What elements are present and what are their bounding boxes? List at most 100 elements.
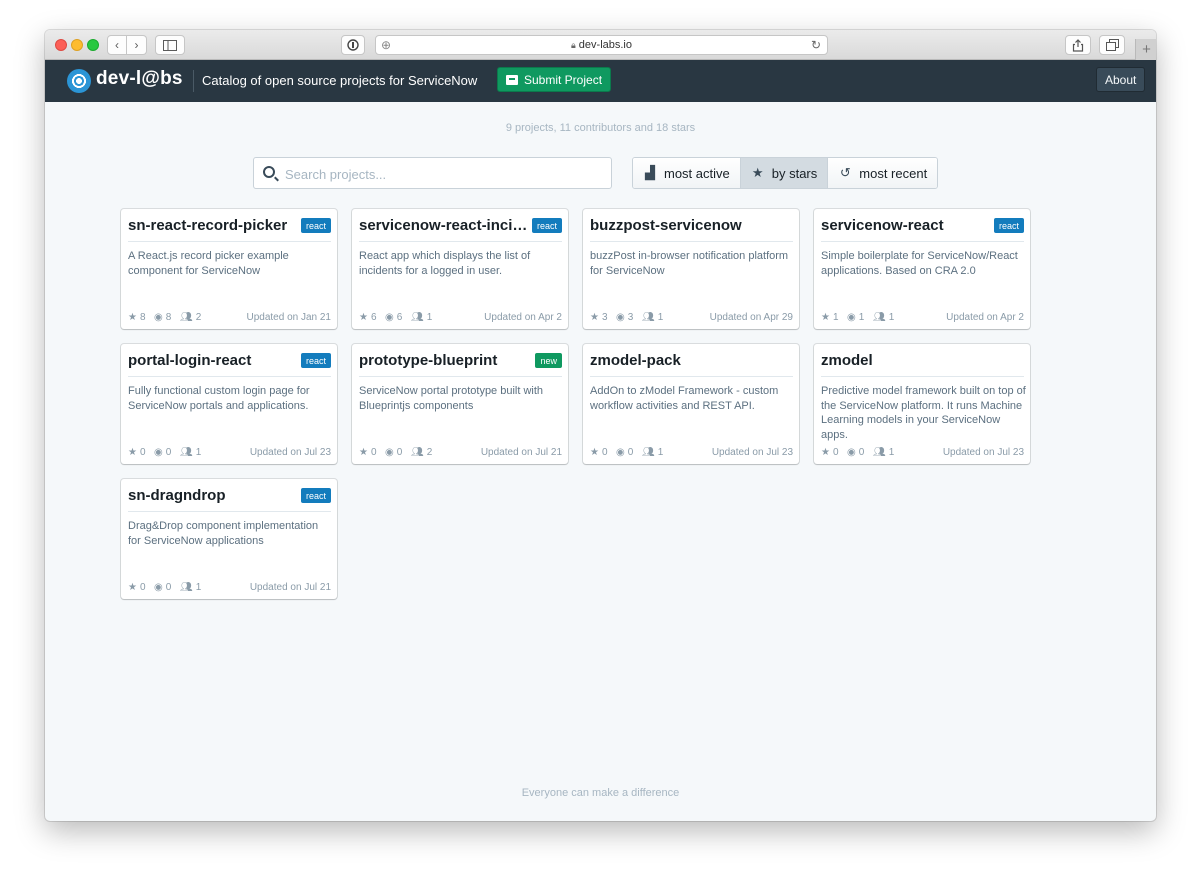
- project-title[interactable]: buzzpost-servicenow: [590, 217, 793, 242]
- back-icon[interactable]: ‹: [107, 35, 127, 55]
- project-description: Fully functional custom login page for S…: [128, 385, 310, 412]
- bar-chart-icon: ▟: [645, 165, 655, 180]
- updated-date: Updated on Jul 21: [480, 447, 562, 458]
- browser-window: ‹ › ⊕ 🔒︎ dev-labs.io ↻ + dev-l@bs Catalo…: [45, 30, 1156, 821]
- card-divider: [359, 376, 562, 377]
- project-card[interactable]: zmodel Predictive model framework built o…: [814, 344, 1030, 464]
- sort-button-group: ▟ most active ★ by stars ↺ most recent: [632, 157, 939, 189]
- card-divider: [359, 241, 562, 242]
- project-stars: ★ 0: [128, 582, 146, 593]
- project-title[interactable]: servicenow-react-incidents: [359, 217, 535, 242]
- project-watchers: ◉ 0: [616, 447, 633, 458]
- people-icon: 👥︎: [642, 312, 655, 323]
- contributors-count: 2: [426, 447, 433, 458]
- star-icon: ★: [359, 312, 368, 323]
- project-meta: ★ 6 ◉ 6 👥︎ 1 Updated on Apr 2: [359, 312, 562, 324]
- star-icon: ★: [821, 447, 830, 458]
- card-divider: [590, 376, 793, 377]
- project-card[interactable]: sn-react-record-picker react A React.js re…: [121, 209, 337, 329]
- project-watchers: ◉ 0: [154, 582, 171, 593]
- forward-icon[interactable]: ›: [127, 35, 147, 55]
- watchers-count: 1: [858, 312, 865, 323]
- submit-project-button[interactable]: Submit Project: [497, 67, 612, 92]
- star-icon: ★: [128, 447, 137, 458]
- sort-most-recent-button[interactable]: ↺ most recent: [828, 158, 938, 188]
- logo-icon[interactable]: [67, 69, 91, 93]
- star-icon: ★: [128, 582, 137, 593]
- project-contributors: 👥︎ 2: [411, 447, 432, 458]
- project-card[interactable]: portal-login-react react Fully functional …: [121, 344, 337, 464]
- app-navbar: dev-l@bs Catalog of open source projects…: [45, 60, 1156, 102]
- project-stars: ★ 0: [821, 447, 839, 458]
- project-card[interactable]: servicenow-react react Simple boilerplate …: [814, 209, 1030, 329]
- people-icon: 👥︎: [873, 447, 886, 458]
- project-tag: new: [535, 353, 562, 368]
- search-box[interactable]: [253, 157, 612, 189]
- project-title[interactable]: portal-login-react: [128, 352, 304, 377]
- minimize-window-button[interactable]: [71, 39, 83, 51]
- close-window-button[interactable]: [55, 39, 67, 51]
- sort-by-stars-button[interactable]: ★ by stars: [740, 158, 829, 188]
- search-input[interactable]: [285, 164, 600, 184]
- project-description: Simple boilerplate for ServiceNow/React …: [821, 250, 1018, 277]
- eye-icon: ◉: [847, 312, 856, 323]
- brand-name[interactable]: dev-l@bs: [96, 68, 183, 90]
- project-stars: ★ 0: [359, 447, 377, 458]
- search-icon: [263, 166, 275, 178]
- project-card[interactable]: sn-dragndrop react Drag&Drop component imp…: [121, 479, 337, 599]
- eye-icon: ◉: [847, 447, 856, 458]
- project-title[interactable]: zmodel-pack: [590, 352, 793, 377]
- stars-count: 0: [139, 447, 146, 458]
- project-meta: ★ 3 ◉ 3 👥︎ 1 Updated on Apr 29: [590, 312, 793, 324]
- password-icon[interactable]: [341, 35, 365, 55]
- card-divider: [821, 241, 1024, 242]
- project-card[interactable]: servicenow-react-incidents react React app…: [352, 209, 568, 329]
- project-stars: ★ 0: [590, 447, 608, 458]
- contributors-count: 1: [657, 447, 664, 458]
- tab-overview-icon[interactable]: [1099, 35, 1125, 55]
- project-watchers: ◉ 0: [847, 447, 864, 458]
- maximize-window-button[interactable]: [87, 39, 99, 51]
- watchers-count: 0: [627, 447, 634, 458]
- contributors-count: 1: [657, 312, 664, 323]
- address-bar[interactable]: ⊕ 🔒︎ dev-labs.io ↻: [375, 35, 828, 55]
- stars-count: 3: [601, 312, 608, 323]
- project-title[interactable]: servicenow-react: [821, 217, 997, 242]
- browser-toolbar: ‹ › ⊕ 🔒︎ dev-labs.io ↻ +: [45, 30, 1156, 60]
- lock-icon: 🔒︎: [571, 39, 576, 50]
- reload-icon[interactable]: ↻: [811, 38, 821, 52]
- stars-count: 1: [832, 312, 839, 323]
- sort-label: by stars: [771, 165, 818, 181]
- project-tag: react: [993, 218, 1024, 233]
- project-stars: ★ 0: [128, 447, 146, 458]
- project-title[interactable]: sn-react-record-picker: [128, 217, 304, 242]
- project-title[interactable]: sn-dragndrop: [128, 487, 304, 512]
- project-contributors: 👥︎ 1: [180, 447, 201, 458]
- project-card[interactable]: zmodel-pack AddOn to zModel Framework - c…: [583, 344, 799, 464]
- project-title[interactable]: zmodel: [821, 352, 1024, 377]
- contributors-count: 1: [195, 582, 202, 593]
- share-icon[interactable]: [1065, 35, 1091, 55]
- sidebar-toggle-icon[interactable]: [155, 35, 185, 55]
- submit-project-label: Submit Project: [524, 72, 603, 87]
- contributors-count: 1: [426, 312, 433, 323]
- eye-icon: ◉: [154, 447, 163, 458]
- about-button[interactable]: About: [1096, 67, 1146, 92]
- project-meta: ★ 0 ◉ 0 👥︎ 2 Updated on Jul 21: [359, 447, 562, 459]
- watchers-count: 6: [396, 312, 403, 323]
- sort-most-active-button[interactable]: ▟ most active: [633, 158, 741, 188]
- project-contributors: 👥︎ 1: [642, 312, 663, 323]
- watchers-count: 0: [396, 447, 403, 458]
- contributors-count: 1: [888, 312, 895, 323]
- people-icon: 👥︎: [180, 582, 193, 593]
- add-bookmark-icon[interactable]: ⊕: [381, 38, 391, 52]
- project-card[interactable]: prototype-blueprint new ServiceNow portal …: [352, 344, 568, 464]
- eye-icon: ◉: [385, 447, 394, 458]
- project-stars: ★ 8: [128, 312, 146, 323]
- project-card[interactable]: buzzpost-servicenow buzzPost in-browser n…: [583, 209, 799, 329]
- project-contributors: 👥︎ 1: [873, 312, 894, 323]
- new-tab-button[interactable]: +: [1135, 39, 1156, 60]
- star-icon: ★: [359, 447, 368, 458]
- project-title[interactable]: prototype-blueprint: [359, 352, 535, 377]
- star-icon: ★: [590, 447, 599, 458]
